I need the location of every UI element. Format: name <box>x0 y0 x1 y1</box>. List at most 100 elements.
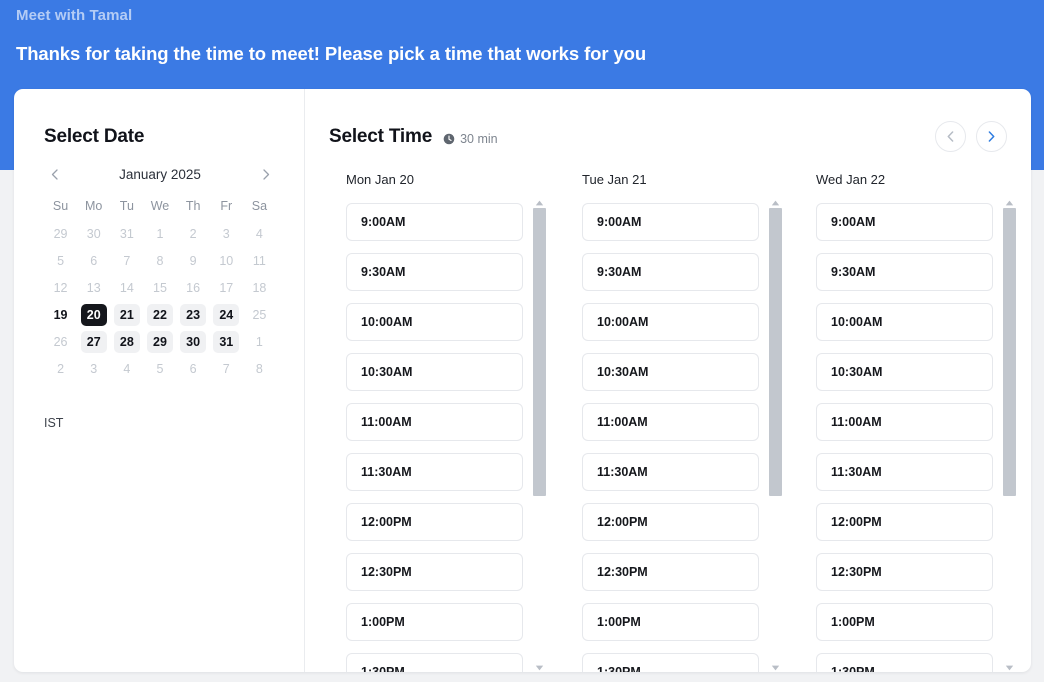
time-column: Mon Jan 20 9:00AM 9:30AM 10:00AM 10:30AM 11:0… <box>346 172 565 672</box>
calendar-day-cell: 2 <box>44 356 77 381</box>
calendar-day-cell[interactable]: 19 <box>44 302 77 327</box>
time-slot-button[interactable]: 11:00AM <box>582 403 759 441</box>
calendar-day-29[interactable]: 29 <box>146 330 173 353</box>
next-week-button[interactable] <box>976 121 1007 152</box>
time-slot-button[interactable]: 11:30AM <box>346 453 523 491</box>
scroll-up-arrow-icon[interactable] <box>534 198 545 207</box>
calendar-weekday-header: We <box>150 199 170 213</box>
calendar-day-30[interactable]: 30 <box>180 330 207 353</box>
calendar-day-18: 18 <box>252 280 267 295</box>
time-slot-button[interactable]: 10:30AM <box>582 353 759 391</box>
calendar-weekday-header: Mo <box>85 199 103 213</box>
time-slot-list[interactable]: 9:00AM 9:30AM 10:00AM 10:30AM 11:00AM 11:30AM… <box>582 203 761 672</box>
event-host-title: Meet with Tamal <box>16 7 133 24</box>
scrollbar-thumb[interactable] <box>1003 208 1016 496</box>
calendar-day-cell: 6 <box>77 248 110 273</box>
calendar-day-cell: 8 <box>243 356 276 381</box>
calendar-day-3: 3 <box>90 361 98 376</box>
scrollbar-thumb[interactable] <box>769 208 782 496</box>
time-column-date-header: Tue Jan 21 <box>582 172 647 187</box>
time-slot-button[interactable]: 1:00PM <box>346 603 523 641</box>
calendar-day-19[interactable]: 19 <box>48 304 74 326</box>
time-slot-button[interactable]: 11:30AM <box>816 453 993 491</box>
calendar-day-30: 30 <box>86 226 101 241</box>
scrollbar-thumb[interactable] <box>533 208 546 496</box>
time-slot-list[interactable]: 9:00AM 9:30AM 10:00AM 10:30AM 11:00AM 11:30AM… <box>346 203 525 672</box>
calendar-day-31[interactable]: 31 <box>213 330 240 353</box>
calendar-day-cell: 6 <box>177 356 210 381</box>
scroll-up-arrow-icon[interactable] <box>770 198 781 207</box>
calendar-day-21[interactable]: 21 <box>113 303 140 326</box>
time-slot-button[interactable]: 11:30AM <box>582 453 759 491</box>
time-slot-button[interactable]: 10:00AM <box>346 303 523 341</box>
time-slot-button[interactable]: 1:00PM <box>816 603 993 641</box>
time-slot-button[interactable]: 12:00PM <box>816 503 993 541</box>
calendar-weekday-header: Su <box>52 199 69 213</box>
calendar-day-cell[interactable]: 30 <box>177 329 210 354</box>
calendar-day-7: 7 <box>222 361 230 376</box>
event-welcome-message: Thanks for taking the time to meet! Plea… <box>16 43 647 64</box>
time-slot-button[interactable]: 1:30PM <box>582 653 759 672</box>
select-date-heading: Select Date <box>44 126 145 147</box>
calendar-next-month-button[interactable] <box>256 164 276 184</box>
scroll-down-arrow-icon[interactable] <box>770 663 781 672</box>
calendar-day-cell: 25 <box>243 302 276 327</box>
time-slot-button[interactable]: 10:00AM <box>816 303 993 341</box>
booking-card: Select Date January 2025 Su Mo Tu We Th … <box>14 89 1031 672</box>
time-slot-button[interactable]: 9:30AM <box>346 253 523 291</box>
time-slot-button[interactable]: 12:30PM <box>582 553 759 591</box>
calendar-day-27[interactable]: 27 <box>80 330 107 353</box>
time-slot-list[interactable]: 9:00AM 9:30AM 10:00AM 10:30AM 11:00AM 11:30AM… <box>816 203 995 672</box>
calendar-day-20[interactable]: 20 <box>80 303 107 326</box>
calendar-day-31: 31 <box>119 226 134 241</box>
time-slot-button[interactable]: 1:30PM <box>816 653 993 672</box>
calendar-day-24[interactable]: 24 <box>213 303 240 326</box>
time-slot-button[interactable]: 10:00AM <box>582 303 759 341</box>
time-slot-button[interactable]: 1:00PM <box>582 603 759 641</box>
calendar-day-13: 13 <box>86 280 101 295</box>
time-slot-button[interactable]: 9:00AM <box>816 203 993 241</box>
time-slot-button[interactable]: 12:30PM <box>346 553 523 591</box>
scroll-down-arrow-icon[interactable] <box>534 663 545 672</box>
calendar-day-9: 9 <box>189 253 197 268</box>
calendar-day-cell[interactable]: 20 <box>77 302 110 327</box>
scroll-up-arrow-icon[interactable] <box>1004 198 1015 207</box>
time-slot-button[interactable]: 11:00AM <box>816 403 993 441</box>
calendar-day-cell[interactable]: 31 <box>210 329 243 354</box>
time-list-scrollbar[interactable] <box>1002 198 1017 672</box>
calendar-day-cell[interactable]: 22 <box>143 302 176 327</box>
calendar-day-cell[interactable]: 27 <box>77 329 110 354</box>
calendar-day-22[interactable]: 22 <box>146 303 173 326</box>
clock-icon <box>443 133 455 144</box>
calendar-day-cell: 12 <box>44 275 77 300</box>
calendar-day-cell: 2 <box>177 221 210 246</box>
calendar-day-cell[interactable]: 23 <box>177 302 210 327</box>
calendar-day-cell: 3 <box>77 356 110 381</box>
calendar-day-28[interactable]: 28 <box>113 330 140 353</box>
time-slot-button[interactable]: 12:00PM <box>582 503 759 541</box>
calendar-day-cell[interactable]: 28 <box>110 329 143 354</box>
calendar-prev-month-button[interactable] <box>44 164 64 184</box>
calendar-day-cell[interactable]: 24 <box>210 302 243 327</box>
time-slot-button[interactable]: 9:30AM <box>582 253 759 291</box>
time-slot-button[interactable]: 10:30AM <box>816 353 993 391</box>
calendar-day-cell: 4 <box>110 356 143 381</box>
time-slot-button[interactable]: 9:30AM <box>816 253 993 291</box>
time-slot-button[interactable]: 12:30PM <box>816 553 993 591</box>
time-list-scrollbar[interactable] <box>532 198 547 672</box>
calendar-day-cell[interactable]: 21 <box>110 302 143 327</box>
time-slot-button[interactable]: 10:30AM <box>346 353 523 391</box>
chevron-left-icon <box>947 131 954 142</box>
calendar-day-17: 17 <box>219 280 234 295</box>
time-slot-button[interactable]: 9:00AM <box>582 203 759 241</box>
scroll-down-arrow-icon[interactable] <box>1004 663 1015 672</box>
time-slot-button[interactable]: 11:00AM <box>346 403 523 441</box>
time-slot-button[interactable]: 12:00PM <box>346 503 523 541</box>
time-slot-button[interactable]: 9:00AM <box>346 203 523 241</box>
time-list-scrollbar[interactable] <box>768 198 783 672</box>
calendar-grid: Su Mo Tu We Th Fr Sa 29 30 31 1 2 3 4 5 6 7 8 9 10 11 12 13 14 1… <box>44 193 276 381</box>
time-slot-button[interactable]: 1:30PM <box>346 653 523 672</box>
calendar-day-23[interactable]: 23 <box>180 303 207 326</box>
previous-week-button[interactable] <box>935 121 966 152</box>
calendar-day-cell[interactable]: 29 <box>143 329 176 354</box>
